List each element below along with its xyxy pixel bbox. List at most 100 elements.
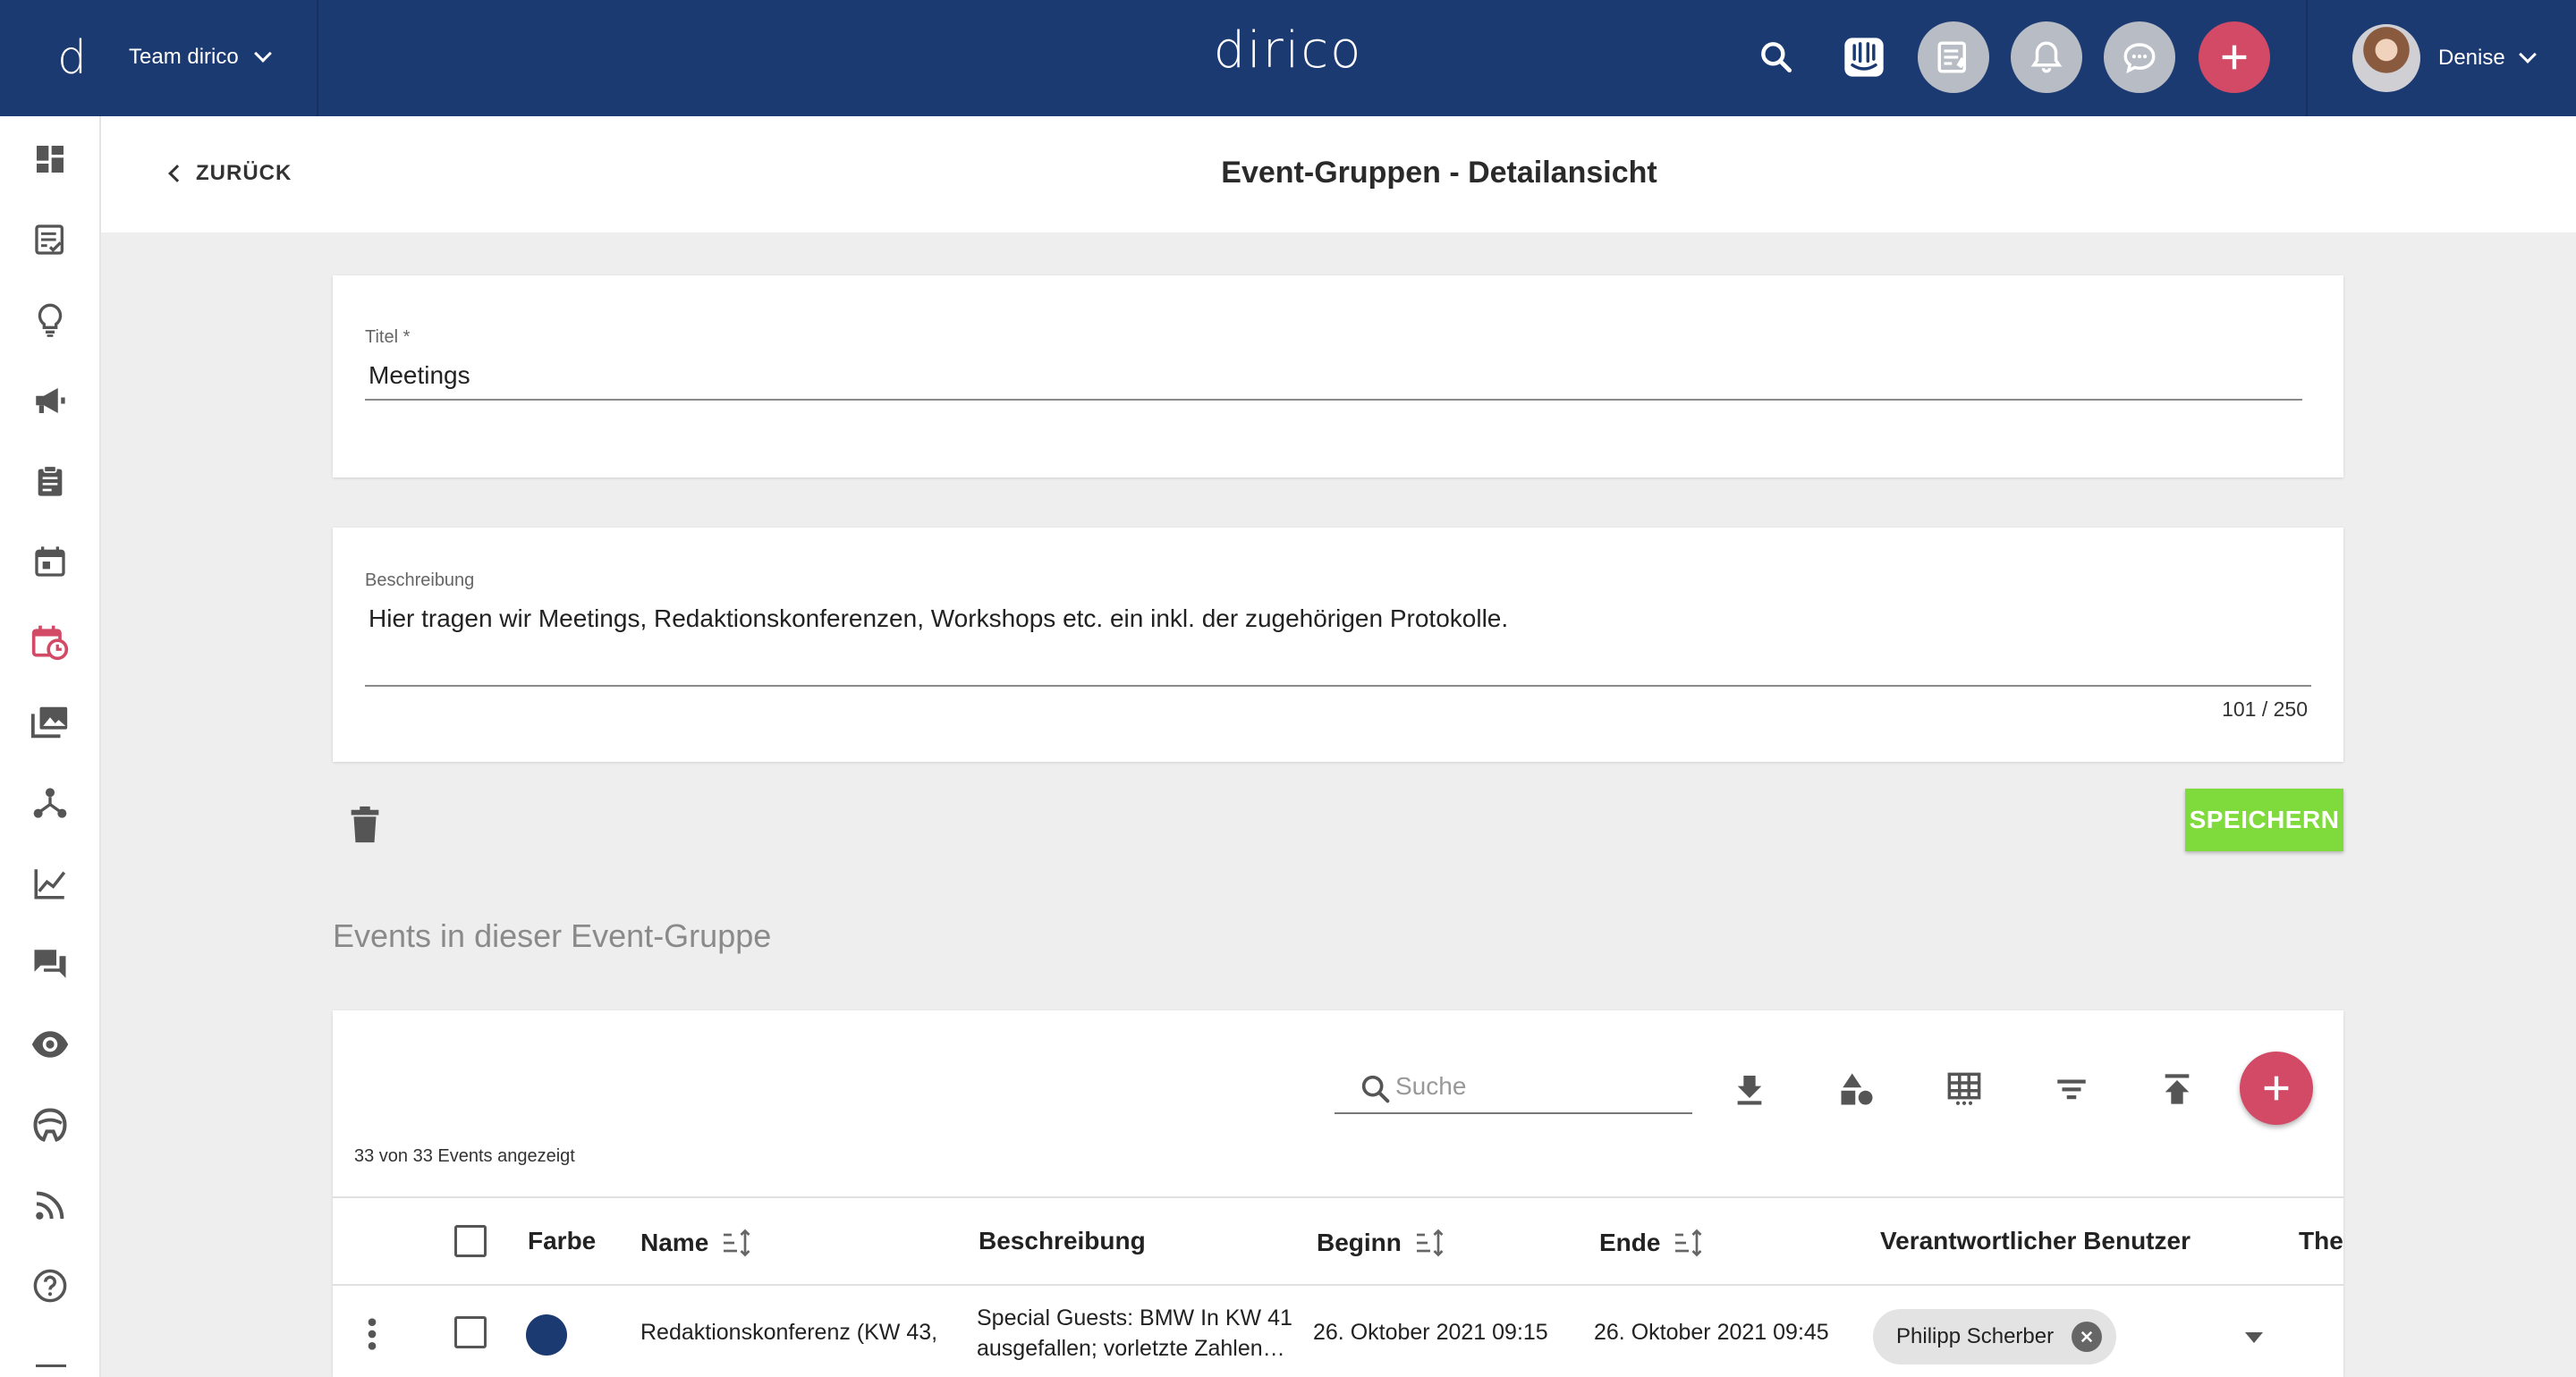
- filter-icon: [2057, 1079, 2086, 1100]
- sidebar-item-assignments[interactable]: [27, 458, 73, 504]
- sidebar-item-tasks[interactable]: [27, 216, 73, 263]
- columns-button[interactable]: [1943, 1068, 1986, 1111]
- save-button[interactable]: SPEICHERN: [2185, 789, 2343, 851]
- sidebar-item-dashboard[interactable]: [27, 136, 73, 182]
- add-icon: [2264, 1076, 2289, 1101]
- description-field[interactable]: Hier tragen wir Meetings, Redaktionskonf…: [369, 604, 1508, 633]
- sidebar-item-events[interactable]: [27, 619, 73, 665]
- event-start: 26. Oktober 2021 09:15: [1313, 1320, 1548, 1345]
- group-by-button[interactable]: [1835, 1068, 1878, 1111]
- search-icon: [1361, 1075, 1390, 1103]
- remove-user-button[interactable]: [2072, 1322, 2103, 1352]
- sidebar-item-monitoring[interactable]: [27, 1021, 73, 1068]
- chevron-down-icon: [253, 45, 272, 63]
- sidebar-item-network[interactable]: [27, 780, 73, 826]
- sort-icon[interactable]: [1414, 1227, 1446, 1259]
- export-button[interactable]: [1728, 1068, 1771, 1111]
- close-icon: [2080, 1331, 2093, 1343]
- title-field-label: Titel *: [365, 327, 411, 347]
- event-calendar-icon: [31, 625, 69, 661]
- sidebar-collapse-handle[interactable]: [36, 1364, 66, 1367]
- download-icon: [1737, 1076, 1762, 1105]
- team-switcher[interactable]: Team dirico: [129, 45, 272, 70]
- quick-add-button[interactable]: [2199, 21, 2270, 93]
- import-button[interactable]: [2156, 1068, 2199, 1111]
- chevron-left-icon: [168, 165, 186, 182]
- responsible-user-name: Philipp Scherber: [1896, 1324, 2055, 1348]
- help-icon: [33, 1269, 67, 1303]
- back-label: ZURÜCK: [196, 161, 292, 185]
- sort-icon[interactable]: [721, 1227, 753, 1259]
- column-header-name-label: Name: [640, 1229, 709, 1256]
- chevron-down-icon: [2518, 46, 2537, 63]
- description-field-underline: [365, 685, 2311, 687]
- notes-button[interactable]: [1918, 21, 1989, 93]
- trash-icon: [351, 806, 379, 843]
- avatar[interactable]: [2352, 24, 2420, 92]
- search-input[interactable]: [1395, 1072, 1664, 1101]
- column-header-start[interactable]: Beginn: [1317, 1227, 1446, 1259]
- column-header-responsible: Verantwortlicher Benutzer: [1880, 1227, 2190, 1255]
- sidebar-item-feeds[interactable]: [27, 1182, 73, 1229]
- sidebar-item-forum[interactable]: [27, 941, 73, 987]
- sidebar-item-ideas[interactable]: [27, 297, 73, 343]
- notes-icon: [1937, 41, 1966, 73]
- responsible-user-chip[interactable]: Philipp Scherber: [1873, 1309, 2117, 1364]
- page-header: ZURÜCK Event-Gruppen - Detailansicht: [101, 116, 2576, 232]
- dashboard-icon: [37, 146, 64, 173]
- media-icon: [30, 706, 68, 739]
- row-checkbox[interactable]: [454, 1316, 487, 1348]
- sidebar-item-crisis[interactable]: [27, 1102, 73, 1148]
- event-name[interactable]: Redaktionskonferenz (KW 43, …: [640, 1320, 945, 1346]
- bell-icon: [2030, 41, 2063, 73]
- column-header-topic-label: The: [2299, 1227, 2343, 1255]
- search-box: [1335, 1060, 1692, 1114]
- page-title: Event-Gruppen - Detailansicht: [1221, 156, 1657, 190]
- sidebar-item-media[interactable]: [27, 699, 73, 746]
- delete-button[interactable]: [347, 805, 383, 846]
- ideas-icon: [38, 303, 63, 337]
- app-logo[interactable]: d: [57, 34, 93, 82]
- event-end: 26. Oktober 2021 09:45: [1594, 1320, 1829, 1345]
- column-header-end-label: Ende: [1599, 1229, 1661, 1256]
- filter-button[interactable]: [2050, 1068, 2093, 1111]
- chat-button[interactable]: [2104, 21, 2175, 93]
- intercom-button[interactable]: [1828, 21, 1900, 93]
- events-count: 33 von 33 Events angezeigt: [354, 1146, 575, 1166]
- caret-down-icon[interactable]: [2243, 1331, 2265, 1345]
- rss-icon: [36, 1191, 64, 1220]
- network-icon: [33, 788, 67, 818]
- sidebar-item-campaigns[interactable]: [27, 377, 73, 424]
- add-event-button[interactable]: [2240, 1052, 2313, 1125]
- sidebar-item-calendar[interactable]: [27, 538, 73, 585]
- notifications-button[interactable]: [2011, 21, 2082, 93]
- user-menu[interactable]: Denise: [2438, 46, 2537, 71]
- forum-icon: [34, 950, 66, 978]
- sort-icon[interactable]: [1673, 1227, 1705, 1259]
- column-header-description-label: Beschreibung: [979, 1227, 1146, 1255]
- sidebar-item-analytics[interactable]: [27, 860, 73, 907]
- sidebar-item-help[interactable]: [27, 1263, 73, 1309]
- select-all-checkbox[interactable]: [454, 1225, 487, 1257]
- column-header-end[interactable]: Ende: [1599, 1227, 1705, 1259]
- user-name: Denise: [2438, 46, 2505, 70]
- clipboard-icon: [38, 465, 63, 496]
- title-field-underline: [365, 399, 2302, 401]
- more-vertical-icon[interactable]: [365, 1316, 379, 1352]
- back-button[interactable]: ZURÜCK: [165, 161, 292, 186]
- column-header-description: Beschreibung: [979, 1227, 1146, 1255]
- event-description-line-1: Special Guests: BMW In KW 41: [977, 1305, 1292, 1331]
- user-menu-area: Denise: [2306, 0, 2576, 116]
- search-button[interactable]: [1741, 21, 1812, 93]
- description-char-counter: 101 / 250: [2222, 697, 2308, 721]
- add-icon: [2222, 45, 2247, 70]
- brand-wordmark: dirico: [1213, 21, 1363, 80]
- title-field[interactable]: Meetings: [369, 361, 470, 390]
- table-header: Farbe Name Beschreibung Beginn Ende Vera…: [333, 1196, 2343, 1286]
- helmet-icon: [33, 1108, 67, 1143]
- tasks-icon: [35, 224, 64, 255]
- column-header-start-label: Beginn: [1317, 1229, 1402, 1256]
- column-header-name[interactable]: Name: [640, 1227, 753, 1259]
- calendar-icon: [35, 546, 65, 577]
- table-row[interactable]: Redaktionskonferenz (KW 43, … Special Gu…: [333, 1288, 2343, 1377]
